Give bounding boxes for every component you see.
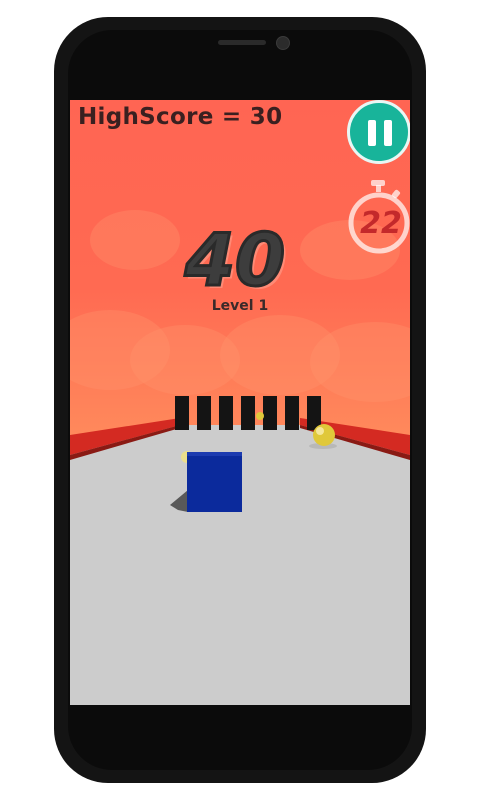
small-ball	[256, 412, 264, 420]
game-screen[interactable]: HighScore = 30 22 40 Level 1	[70, 100, 410, 705]
highscore-label: HighScore = 30	[78, 104, 283, 130]
phone-camera	[276, 36, 290, 50]
timer-value: 22	[360, 206, 402, 241]
domino-block	[307, 396, 321, 430]
domino-block	[263, 396, 277, 430]
pause-button[interactable]	[347, 100, 410, 164]
domino-block	[219, 396, 233, 430]
level-label: Level 1	[211, 298, 269, 314]
domino-block	[241, 396, 255, 430]
player-cube	[187, 452, 242, 512]
domino-row	[175, 396, 321, 430]
domino-block	[197, 396, 211, 430]
ball	[313, 424, 335, 446]
timer: 22	[347, 178, 410, 256]
domino-block	[285, 396, 299, 430]
phone-speaker	[218, 40, 266, 45]
domino-block	[175, 396, 189, 430]
ball-highlight	[316, 427, 324, 435]
player-cube-top	[187, 452, 242, 456]
current-score: 40	[183, 217, 286, 304]
